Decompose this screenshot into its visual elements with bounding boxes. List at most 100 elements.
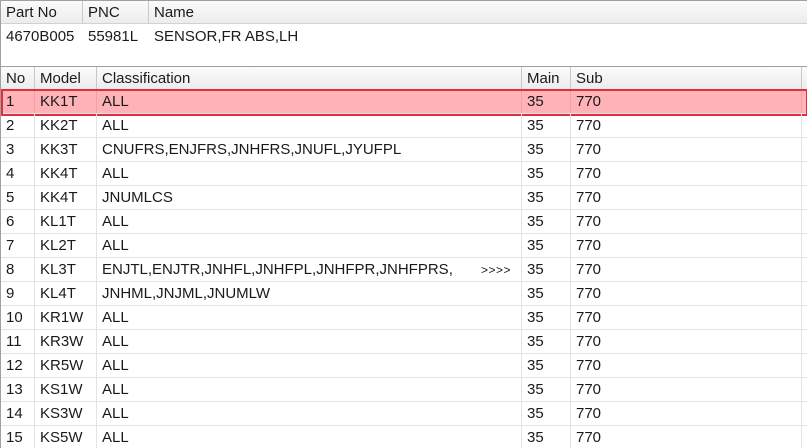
row-main-cell-text: 35 — [527, 333, 544, 350]
table-row[interactable]: 15 KS5W ALL 35 770 — [1, 426, 807, 448]
part-no-value: 4670B005 — [6, 28, 75, 45]
part-info-row[interactable]: 4670B005 55981L SENSOR,FR ABS,LH — [1, 24, 807, 50]
row-main-cell-text: 35 — [527, 213, 544, 230]
row-model-cell-text: KS5W — [40, 429, 83, 446]
row-main-cell: 35 — [522, 162, 571, 185]
row-model-cell-text: KR5W — [40, 357, 84, 374]
row-no-cell-text: 11 — [6, 333, 22, 350]
row-model-cell-text: KK2T — [40, 117, 78, 134]
row-model-cell-text: KS1W — [40, 381, 83, 398]
row-classification-cell-text: ALL — [102, 405, 129, 422]
row-classification-cell-text: ALL — [102, 357, 129, 374]
row-sub-cell: 770 — [571, 90, 802, 113]
row-model-cell: KR3W — [35, 330, 97, 353]
row-no-cell: 11 — [1, 330, 35, 353]
row-no-cell-text: 2 — [6, 117, 15, 134]
sub-column-header[interactable]: Sub — [571, 67, 802, 89]
row-no-cell-text: 5 — [6, 189, 15, 206]
table-row[interactable]: 12 KR5W ALL 35 770 — [1, 354, 807, 378]
table-row[interactable]: 7 KL2T ALL 35 770 — [1, 234, 807, 258]
table-row[interactable]: 2 KK2T ALL 35 770 — [1, 114, 807, 138]
row-classification-cell: ALL — [97, 162, 522, 185]
row-filler-cell — [802, 282, 807, 305]
row-main-cell: 35 — [522, 330, 571, 353]
table-row[interactable]: 1 KK1T ALL 35 770 — [1, 89, 807, 116]
row-filler-cell — [802, 306, 807, 329]
row-filler-cell — [802, 402, 807, 425]
more-classifications-indicator[interactable]: >>>> — [481, 258, 511, 281]
table-row[interactable]: 8 KL3T ENJTL,ENJTR,JNHFL,JNHFPL,JNHFPR,JNH… — [1, 258, 807, 282]
row-main-cell-text: 35 — [527, 261, 544, 278]
row-model-cell: KR5W — [35, 354, 97, 377]
row-classification-cell: ALL — [97, 90, 522, 113]
row-filler-cell — [802, 138, 807, 161]
row-classification-cell-text: JNHML,JNJML,JNUMLW — [102, 285, 271, 302]
panel-divider — [1, 51, 807, 66]
row-main-cell: 35 — [522, 90, 571, 113]
row-filler-cell — [802, 234, 807, 257]
row-main-cell-text: 35 — [527, 405, 544, 422]
row-no-cell-text: 4 — [6, 165, 15, 182]
row-classification-cell: ALL — [97, 378, 522, 401]
table-row[interactable]: 6 KL1T ALL 35 770 — [1, 210, 807, 234]
row-sub-cell: 770 — [571, 234, 802, 257]
part-info-header: Part No PNC Name — [1, 1, 807, 24]
row-model-cell: KK2T — [35, 114, 97, 137]
row-model-cell-text: KR3W — [40, 333, 84, 350]
row-model-cell: KL1T — [35, 210, 97, 233]
row-no-cell-text: 3 — [6, 141, 15, 158]
row-sub-cell: 770 — [571, 138, 802, 161]
parts-window: Part No PNC Name 4670B005 55981L SENSOR,… — [0, 0, 807, 448]
row-main-cell-text: 35 — [527, 189, 544, 206]
row-classification-cell-text: ALL — [102, 93, 129, 110]
row-classification-cell: ALL — [97, 234, 522, 257]
row-classification-cell: ALL — [97, 114, 522, 137]
name-column-header[interactable]: Name — [149, 1, 807, 23]
row-main-cell: 35 — [522, 186, 571, 209]
row-model-cell-text: KL3T — [40, 261, 76, 278]
no-column-header[interactable]: No — [1, 67, 35, 89]
row-main-cell: 35 — [522, 282, 571, 305]
row-no-cell: 15 — [1, 426, 35, 448]
row-classification-cell-text: ALL — [102, 117, 129, 134]
table-row[interactable]: 14 KS3W ALL 35 770 — [1, 402, 807, 426]
row-classification-cell-text: CNUFRS,ENJFRS,JNHFRS,JNUFL,JYUFPL — [102, 141, 402, 158]
table-row[interactable]: 4 KK4T ALL 35 770 — [1, 162, 807, 186]
row-main-cell: 35 — [522, 378, 571, 401]
row-sub-cell: 770 — [571, 402, 802, 425]
row-classification-cell: ALL — [97, 402, 522, 425]
row-sub-cell: 770 — [571, 354, 802, 377]
table-row[interactable]: 3 KK3T CNUFRS,ENJFRS,JNHFRS,JNUFL,JYUFPL 35… — [1, 138, 807, 162]
table-row[interactable]: 13 KS1W ALL 35 770 — [1, 378, 807, 402]
table-row[interactable]: 10 KR1W ALL 35 770 — [1, 306, 807, 330]
row-model-cell: KK4T — [35, 186, 97, 209]
part-info-panel: Part No PNC Name 4670B005 55981L SENSOR,… — [1, 1, 807, 66]
row-sub-cell-text: 770 — [576, 117, 602, 134]
table-row[interactable]: 11 KR3W ALL 35 770 — [1, 330, 807, 354]
table-row[interactable]: 5 KK4T JNUMLCS 35 770 — [1, 186, 807, 210]
row-classification-cell: JNHML,JNJML,JNUMLW — [97, 282, 522, 305]
row-filler-cell — [802, 354, 807, 377]
row-model-cell-text: KL4T — [40, 285, 76, 302]
classification-column-header[interactable]: Classification — [97, 67, 522, 89]
row-no-cell: 9 — [1, 282, 35, 305]
row-no-cell-text: 6 — [6, 213, 15, 230]
row-filler-cell — [802, 426, 807, 448]
row-no-cell: 10 — [1, 306, 35, 329]
row-sub-cell: 770 — [571, 210, 802, 233]
row-classification-cell: ALL — [97, 354, 522, 377]
row-sub-cell: 770 — [571, 306, 802, 329]
row-model-cell-text: KL2T — [40, 237, 76, 254]
pnc-column-header[interactable]: PNC — [83, 1, 149, 23]
table-row[interactable]: 9 KL4T JNHML,JNJML,JNUMLW 35 770 — [1, 282, 807, 306]
model-column-header[interactable]: Model — [35, 67, 97, 89]
row-model-cell: KL3T — [35, 258, 97, 281]
row-main-cell-text: 35 — [527, 117, 544, 134]
row-classification-cell-text: ALL — [102, 333, 129, 350]
row-filler-cell — [802, 114, 807, 137]
part-no-column-header[interactable]: Part No — [1, 1, 83, 23]
row-classification-cell-text: ALL — [102, 213, 129, 230]
main-column-header[interactable]: Main — [522, 67, 571, 89]
row-no-cell: 5 — [1, 186, 35, 209]
row-sub-cell-text: 770 — [576, 237, 602, 254]
